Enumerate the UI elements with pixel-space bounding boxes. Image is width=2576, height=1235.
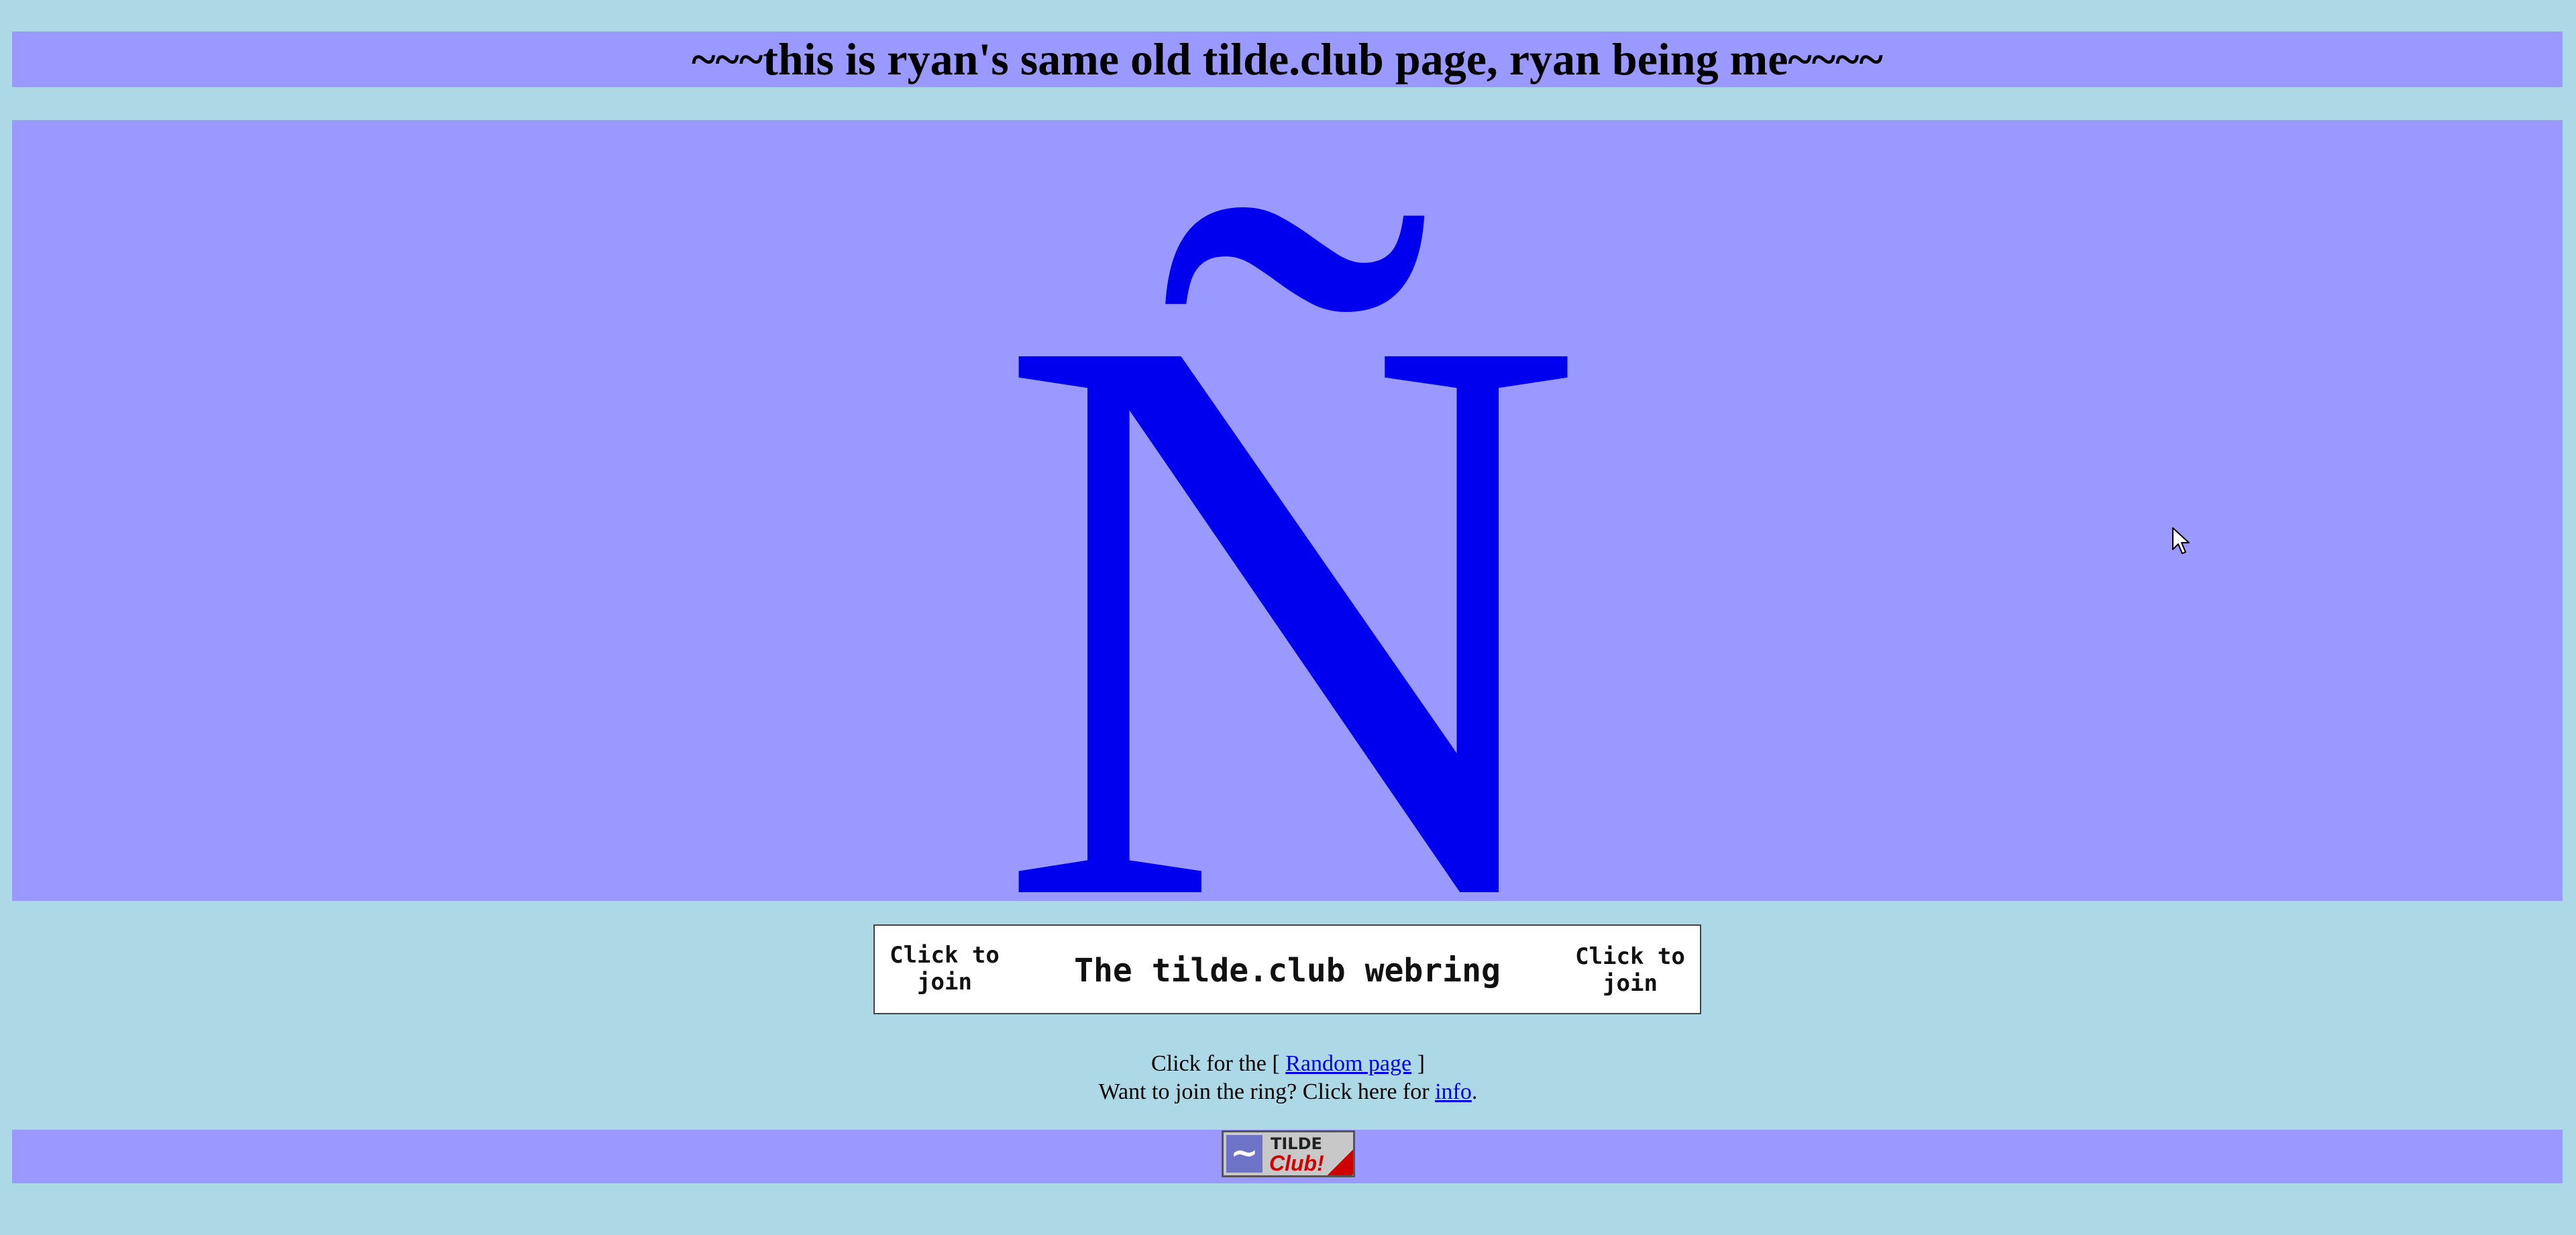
- join-prefix: Want to join the ring? Click here for: [1098, 1079, 1436, 1104]
- badge-word-club: Club!: [1269, 1151, 1324, 1175]
- mouse-pointer-icon: [2172, 527, 2190, 554]
- badge-corner-ribbon: [1322, 1148, 1353, 1175]
- tilde-icon: ~: [1226, 1135, 1263, 1173]
- webring-banner[interactable]: Click to join The tilde.club webring Cli…: [873, 924, 1701, 1014]
- tilde-club-badge[interactable]: ~ TILDE Club!: [1222, 1130, 1355, 1177]
- hero-glyph: Ñ: [995, 163, 1587, 1069]
- random-suffix: ]: [1411, 1051, 1425, 1076]
- hero-panel: Ñ: [12, 120, 2563, 1026]
- random-page-link[interactable]: Random page: [1285, 1051, 1411, 1076]
- random-prefix: Click for the [: [1151, 1051, 1286, 1076]
- join-suffix: .: [1471, 1079, 1478, 1104]
- webring-join-right[interactable]: Click to join: [1563, 943, 1697, 997]
- badge-word-tilde: TILDE: [1271, 1134, 1322, 1153]
- join-ring-line: Want to join the ring? Click here for in…: [0, 1078, 2576, 1106]
- info-link[interactable]: info: [1435, 1079, 1472, 1104]
- random-page-line: Click for the [ Random page ]: [0, 1050, 2576, 1078]
- title-bar: ~~~this is ryan's same old tilde.club pa…: [12, 32, 2563, 87]
- page-title: ~~~this is ryan's same old tilde.club pa…: [692, 34, 1883, 85]
